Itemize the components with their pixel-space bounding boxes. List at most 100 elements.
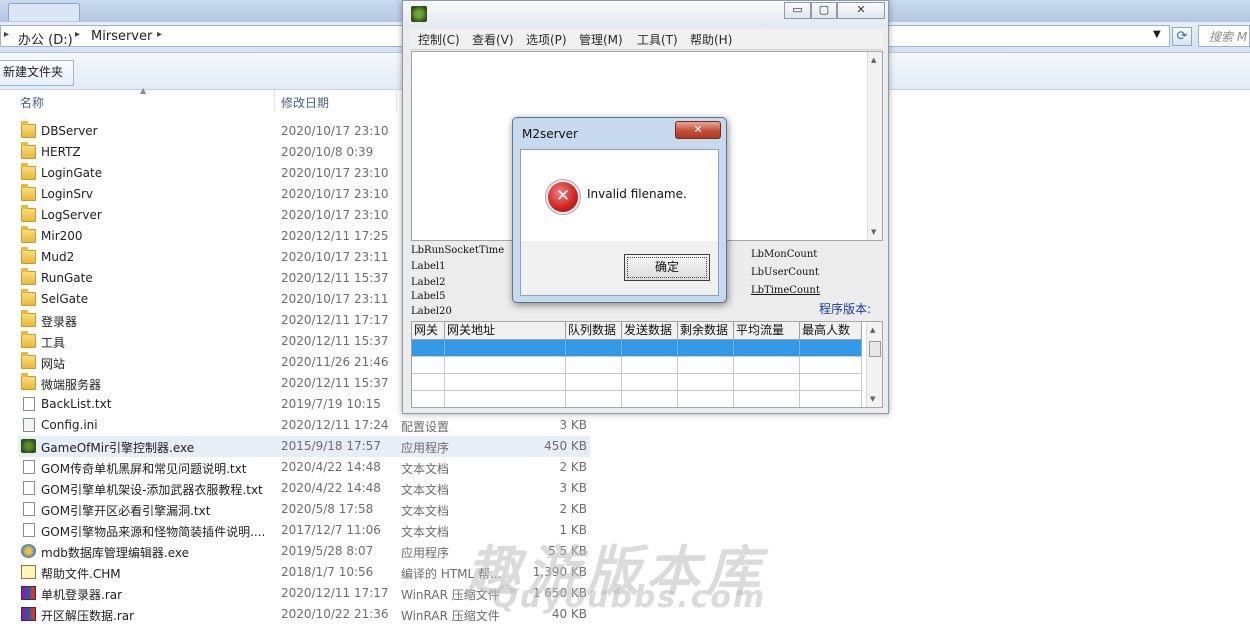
refresh-button[interactable]: ⟳ bbox=[1172, 27, 1192, 46]
file-date: 2020/10/17 23:10 bbox=[281, 124, 389, 138]
grid-cell[interactable] bbox=[445, 357, 566, 374]
menu-help[interactable]: 帮助(H) bbox=[690, 31, 732, 48]
grid-header-gateway[interactable]: 网关 bbox=[412, 322, 445, 340]
scroll-down-icon[interactable]: ▼ bbox=[871, 228, 876, 236]
version-label: 程序版本: bbox=[819, 302, 872, 316]
search-input[interactable]: 搜索 M bbox=[1198, 25, 1250, 47]
file-row[interactable]: Config.ini 2020/12/11 17:24 配置设置 3 KB bbox=[18, 415, 590, 436]
scroll-thumb[interactable] bbox=[869, 341, 881, 357]
grid-cell[interactable] bbox=[800, 374, 862, 391]
file-row[interactable]: GOM传奇单机黑屏和常见问题说明.txt 2020/4/22 14:48 文本文档 2… bbox=[18, 457, 590, 478]
grid-cell[interactable] bbox=[566, 357, 622, 374]
dialog-body: ✕ Invalid filename. 确定 bbox=[520, 149, 719, 296]
breadcrumb-chevron-icon[interactable]: ▸ bbox=[157, 29, 162, 40]
grid-cell[interactable] bbox=[412, 391, 445, 407]
file-name: HERTZ bbox=[41, 145, 81, 159]
file-name: SelGate bbox=[41, 292, 89, 306]
file-row[interactable]: GOM引擎开区必看引擎漏洞.txt 2020/5/8 17:58 文本文档 2 KB bbox=[18, 499, 590, 520]
breadcrumb-chevron-icon[interactable]: ▸ bbox=[75, 29, 80, 40]
grid-cell-selected[interactable] bbox=[412, 340, 445, 357]
grid-cell[interactable] bbox=[678, 357, 734, 374]
grid-cell[interactable] bbox=[412, 374, 445, 391]
grid-cell-selected[interactable] bbox=[678, 340, 734, 357]
grid-cell[interactable] bbox=[412, 357, 445, 374]
file-date: 2020/10/8 0:39 bbox=[281, 145, 374, 159]
file-type: 文本文档 bbox=[401, 462, 450, 476]
column-divider[interactable] bbox=[274, 90, 275, 112]
menu-manage[interactable]: 管理(M) bbox=[579, 31, 623, 48]
column-header-name[interactable]: 名称 bbox=[20, 94, 44, 116]
menu-options[interactable]: 选项(P) bbox=[526, 31, 567, 48]
file-type: 文本文档 bbox=[401, 483, 450, 497]
folder-icon bbox=[21, 373, 36, 390]
grid-cell[interactable] bbox=[566, 374, 622, 391]
grid-header-remaining-data[interactable]: 剩余数据 bbox=[678, 322, 734, 340]
file-row[interactable]: GOM引擎单机架设-添加武器衣服教程.txt 2020/4/22 14:48 文本文… bbox=[18, 478, 590, 499]
file-name: mdb数据库管理编辑器.exe bbox=[41, 546, 190, 560]
explorer-tab[interactable] bbox=[8, 3, 80, 21]
grid-header-max-users[interactable]: 最高人数 bbox=[800, 322, 862, 340]
grid-cell[interactable] bbox=[734, 357, 800, 374]
ok-button[interactable]: 确定 bbox=[624, 254, 710, 281]
grid-header-gateway-address[interactable]: 网关地址 bbox=[445, 322, 566, 340]
file-name: 开区解压数据.rar bbox=[41, 609, 135, 623]
folder-icon bbox=[21, 205, 36, 222]
menu-view[interactable]: 查看(V) bbox=[472, 31, 514, 48]
grid-header-send-data[interactable]: 发送数据 bbox=[622, 322, 678, 340]
database-app-icon bbox=[21, 544, 36, 558]
label-20: Label20 bbox=[411, 306, 452, 317]
grid-cell-selected[interactable] bbox=[622, 340, 678, 357]
file-date: 2020/12/11 17:17 bbox=[281, 313, 389, 327]
grid-cell[interactable] bbox=[622, 357, 678, 374]
breadcrumb-folder[interactable]: Mirserver bbox=[91, 29, 152, 44]
grid-cell-selected[interactable] bbox=[445, 340, 566, 357]
dialog-close-button[interactable]: ✕ bbox=[675, 121, 721, 139]
scroll-up-icon[interactable]: ▲ bbox=[870, 326, 875, 334]
file-name: GameOfMir引擎控制器.exe bbox=[41, 441, 195, 455]
file-row[interactable]: GameOfMir引擎控制器.exe 2015/9/18 17:57 应用程序 450… bbox=[18, 436, 590, 457]
close-button[interactable]: ✕ bbox=[837, 2, 885, 19]
new-folder-button[interactable]: 新建文件夹 bbox=[0, 60, 75, 86]
grid-cell[interactable] bbox=[734, 374, 800, 391]
file-type: WinRAR 压缩文件 bbox=[401, 609, 500, 623]
file-date: 2020/12/11 15:37 bbox=[281, 376, 389, 390]
grid-cell[interactable] bbox=[622, 374, 678, 391]
label-run-socket-time: LbRunSocketTime bbox=[411, 245, 505, 256]
grid-cell[interactable] bbox=[800, 357, 862, 374]
menu-control[interactable]: 控制(C) bbox=[418, 31, 460, 48]
grid-cell[interactable] bbox=[678, 374, 734, 391]
address-dropdown-icon[interactable]: ▼ bbox=[1153, 29, 1161, 40]
column-divider[interactable] bbox=[396, 90, 397, 112]
minimize-button[interactable]: ▭ bbox=[784, 2, 811, 19]
grid-scrollbar[interactable]: ▲ ▼ bbox=[866, 322, 882, 407]
maximize-button[interactable]: ▢ bbox=[811, 2, 837, 19]
grid-header-average-flow[interactable]: 平均流量 bbox=[734, 322, 800, 340]
grid-header-queue-data[interactable]: 队列数据 bbox=[566, 322, 622, 340]
help-file-icon bbox=[21, 565, 36, 579]
grid-cell[interactable] bbox=[566, 391, 622, 407]
scroll-down-icon[interactable]: ▼ bbox=[870, 395, 875, 403]
grid-cell[interactable] bbox=[800, 391, 862, 407]
grid-cell[interactable] bbox=[734, 391, 800, 407]
breadcrumb-chevron-icon[interactable]: ▸ bbox=[4, 29, 9, 40]
m2-titlebar[interactable]: ▭ ▢ ✕ bbox=[403, 1, 888, 28]
rar-archive-icon bbox=[21, 607, 36, 621]
column-header-date[interactable]: 修改日期 bbox=[281, 94, 329, 116]
gateway-grid[interactable]: 网关 网关地址 队列数据 发送数据 剩余数据 平均流量 最高人数 ▲ ▼ bbox=[411, 321, 883, 408]
grid-cell-selected[interactable] bbox=[800, 340, 862, 357]
grid-cell-selected[interactable] bbox=[566, 340, 622, 357]
file-date: 2020/10/17 23:10 bbox=[281, 166, 389, 180]
grid-cell[interactable] bbox=[622, 391, 678, 407]
grid-cell[interactable] bbox=[445, 374, 566, 391]
scroll-up-icon[interactable]: ▲ bbox=[871, 56, 876, 64]
grid-cell-selected[interactable] bbox=[734, 340, 800, 357]
log-scrollbar[interactable]: ▲ ▼ bbox=[867, 52, 882, 240]
file-name: BackList.txt bbox=[41, 397, 112, 411]
breadcrumb-drive[interactable]: 办公 (D:) bbox=[18, 29, 73, 48]
grid-cell[interactable] bbox=[445, 391, 566, 407]
grid-cell[interactable] bbox=[678, 391, 734, 407]
file-name: Mud2 bbox=[41, 250, 75, 264]
folder-icon bbox=[21, 310, 36, 327]
menu-tools[interactable]: 工具(T) bbox=[637, 31, 678, 48]
file-name: 网站 bbox=[41, 357, 66, 371]
